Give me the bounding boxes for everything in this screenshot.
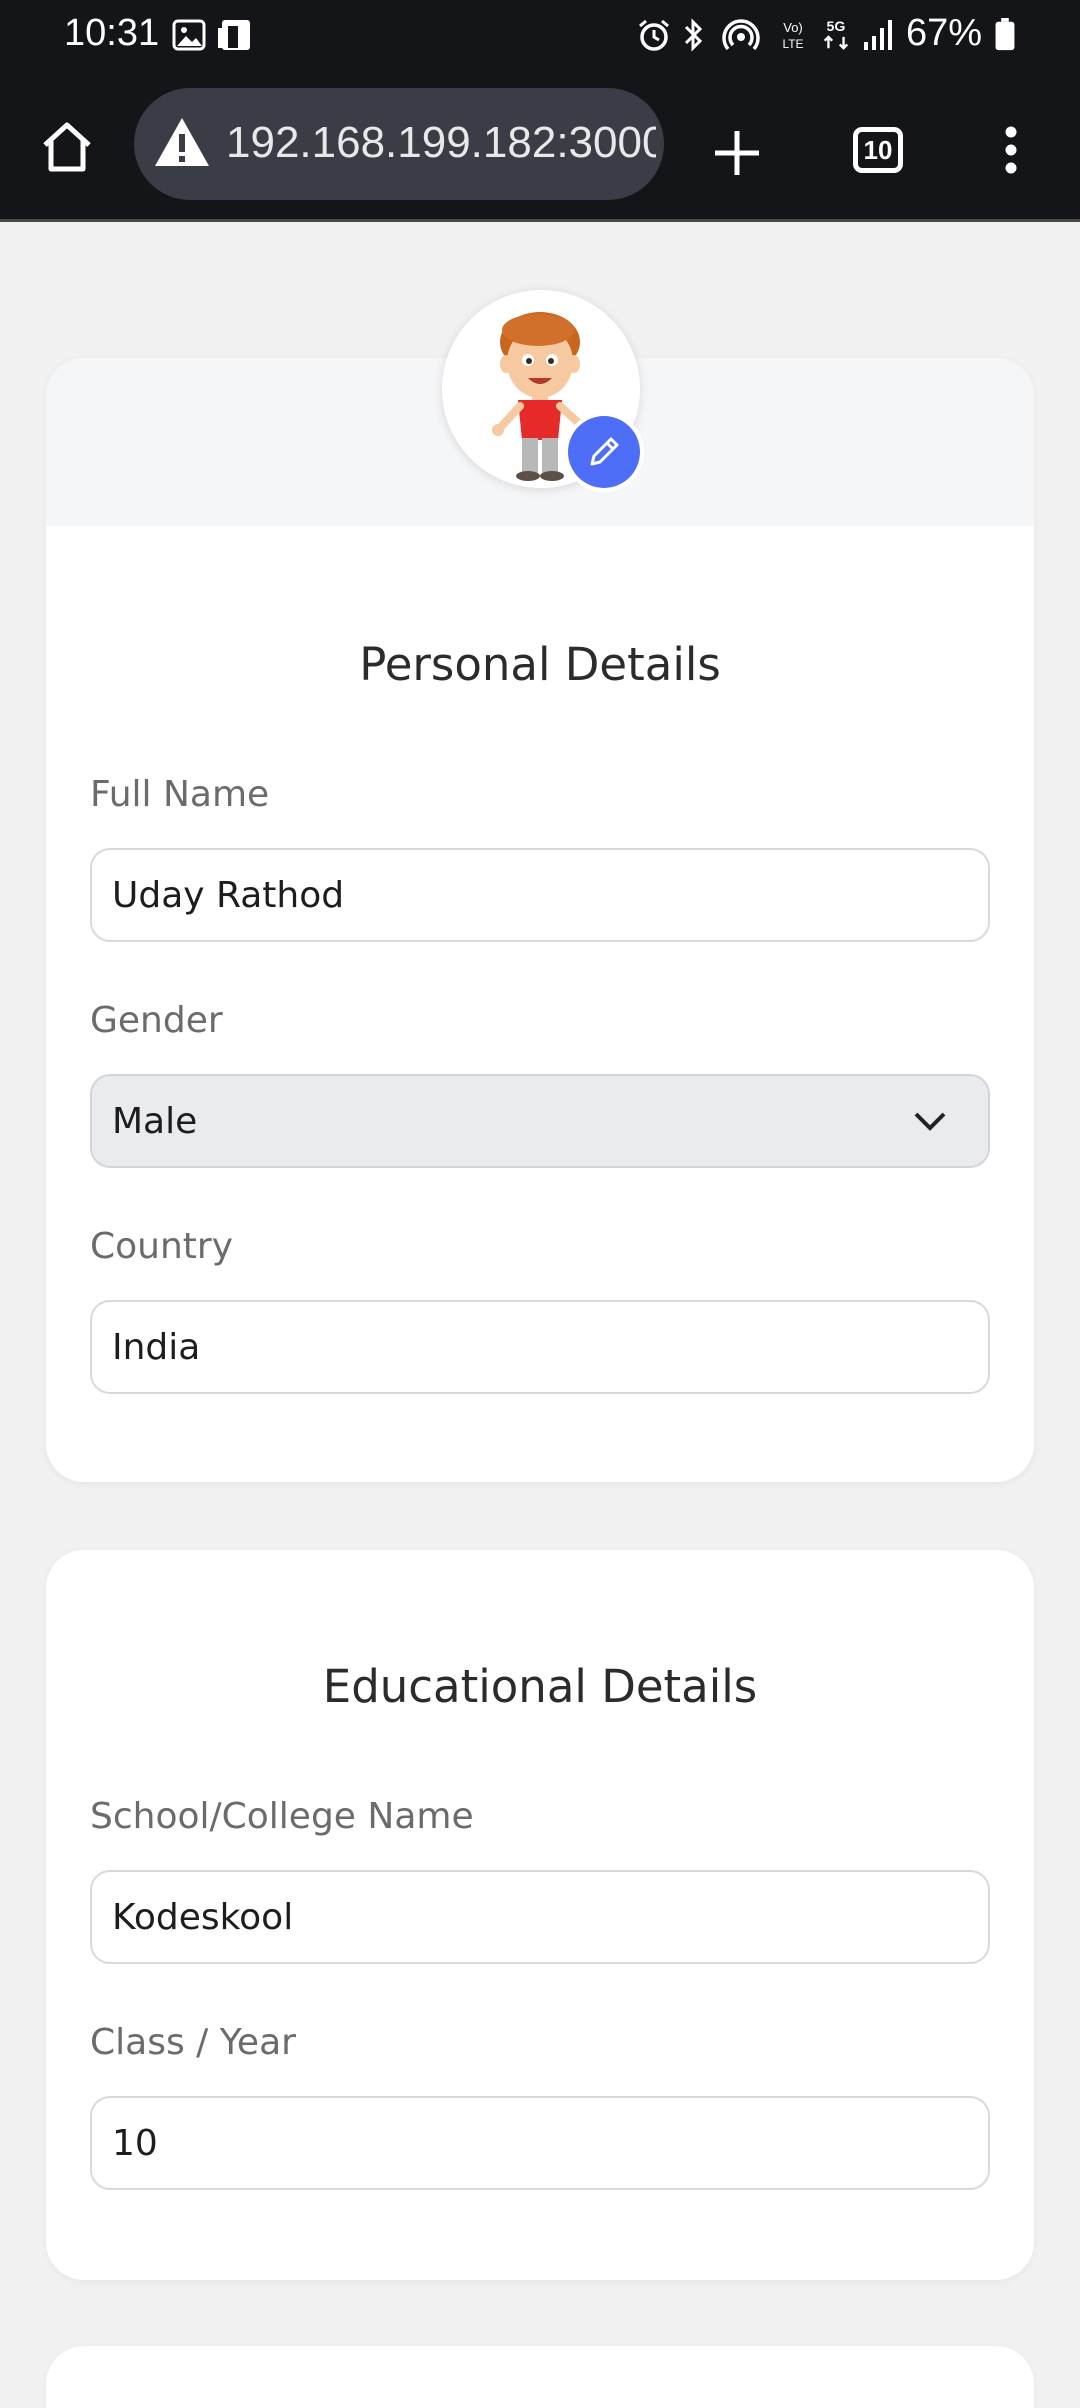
school-field[interactable]: Kodeskool	[90, 1870, 990, 1964]
pencil-icon	[590, 437, 619, 466]
home-button[interactable]	[34, 114, 100, 180]
hotspot-icon	[722, 19, 760, 51]
class-value: 10	[112, 2122, 158, 2164]
clock: 10:31	[64, 12, 160, 54]
menu-icon	[1005, 126, 1017, 174]
class-field[interactable]: 10	[90, 2096, 990, 2190]
signal-icon	[864, 20, 892, 50]
tabs-button[interactable]: 10	[846, 118, 910, 182]
gender-label: Gender	[90, 1000, 223, 1041]
full-name-label: Full Name	[90, 774, 270, 815]
full-name-value: Uday Rathod	[112, 874, 345, 916]
country-label: Country	[90, 1226, 234, 1267]
5g-icon: 5G	[823, 19, 849, 50]
country-value: India	[112, 1326, 201, 1368]
plus-icon	[715, 131, 759, 175]
full-name-field[interactable]: Uday Rathod	[90, 848, 990, 942]
school-value: Kodeskool	[112, 1896, 294, 1938]
school-label: School/College Name	[90, 1796, 474, 1837]
chevron-down-icon	[914, 1112, 946, 1131]
menu-button[interactable]	[986, 118, 1036, 182]
new-tab-button[interactable]	[702, 118, 772, 188]
edit-avatar-button[interactable]	[568, 416, 640, 488]
personal-details-card: Personal Details Full Name Uday Rathod G…	[46, 358, 1034, 1482]
personal-details-title: Personal Details	[359, 638, 721, 691]
volte-icon: Vo) LTE	[782, 20, 803, 51]
class-label: Class / Year	[90, 2022, 296, 2063]
browser-toolbar: 192.168.199.182:3000 10	[0, 74, 1080, 222]
warning-icon[interactable]	[152, 114, 212, 170]
battery-percent: 67%	[906, 12, 983, 54]
educational-details-card: Educational Details School/College Name …	[46, 1550, 1034, 2280]
svg-text:LTE: LTE	[782, 37, 803, 51]
battery-icon	[995, 18, 1015, 51]
svg-text:Vo): Vo)	[783, 20, 803, 35]
gender-value: Male	[112, 1100, 198, 1142]
educational-details-title: Educational Details	[322, 1660, 758, 1713]
next-card	[46, 2346, 1034, 2408]
gender-select[interactable]: Male	[90, 1074, 990, 1168]
tab-count: 10	[853, 127, 903, 173]
url-text: 192.168.199.182:3000	[226, 118, 656, 167]
device-icon	[218, 20, 250, 50]
address-bar[interactable]: 192.168.199.182:3000	[134, 88, 664, 200]
alarm-icon	[639, 19, 669, 51]
country-field[interactable]: India	[90, 1300, 990, 1394]
svg-text:5G: 5G	[827, 19, 846, 35]
status-bar: 10:31 Vo) LTE 5G 67%	[0, 0, 1080, 74]
bluetooth-icon	[684, 18, 703, 52]
home-icon	[43, 122, 91, 172]
gallery-icon	[172, 19, 206, 51]
